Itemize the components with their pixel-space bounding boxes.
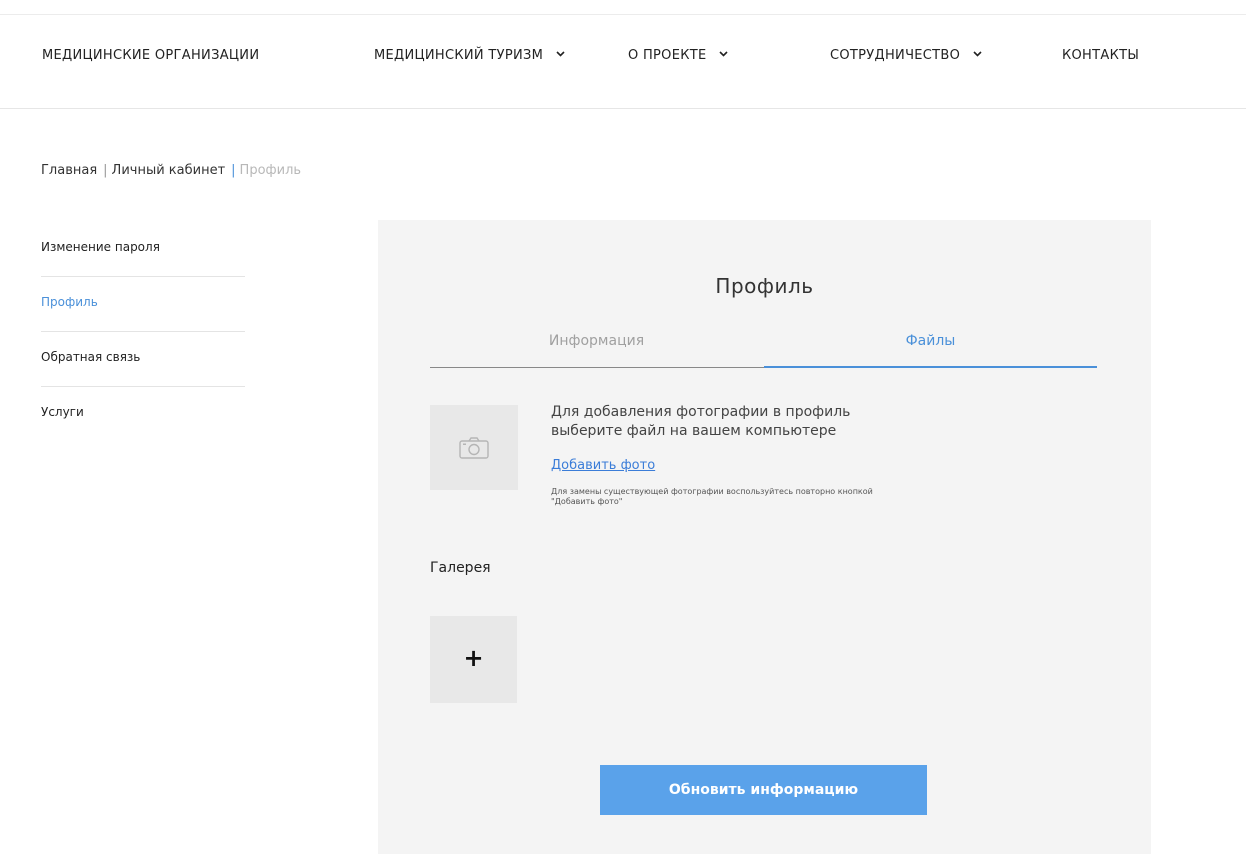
nav-item-cooperation[interactable]: СОТРУДНИЧЕСТВО [830,48,982,63]
gallery-add-button[interactable]: + [430,616,517,703]
nav-item-label: МЕДИЦИНСКИЙ ТУРИЗМ [374,48,544,63]
tabs: Информация Файлы [430,327,1097,368]
camera-icon [458,436,490,464]
nav-item-about[interactable]: О ПРОЕКТЕ [628,48,728,63]
breadcrumb-current: Профиль [239,163,302,178]
page-title: Профиль [715,274,814,298]
nav-item-label: СОТРУДНИЧЕСТВО [830,48,961,63]
profile-photo-placeholder[interactable] [430,405,518,490]
tab-files[interactable]: Файлы [764,333,1097,349]
plus-icon: + [463,644,484,672]
update-info-button[interactable]: Обновить информацию [600,765,927,815]
tab-information[interactable]: Информация [430,333,763,349]
profile-panel: Профиль Информация Файлы Для добавления … [378,220,1151,854]
sidebar: Изменение пароля Профиль Обратная связь … [41,222,245,442]
sidebar-item-label: Профиль [41,295,98,309]
nav-item-medical-organizations[interactable]: МЕДИЦИНСКИЕ ОРГАНИЗАЦИИ [42,48,259,63]
sidebar-item-services[interactable]: Услуги [41,387,245,442]
photo-replace-hint: Для замены существующей фотографии воспо… [551,487,873,506]
nav-item-contacts[interactable]: КОНТАКТЫ [1062,48,1139,63]
sidebar-item-profile[interactable]: Профиль [41,277,245,332]
sidebar-item-change-password[interactable]: Изменение пароля [41,222,245,277]
breadcrumb-cabinet[interactable]: Личный кабинет [112,163,226,178]
sidebar-item-label: Обратная связь [41,350,141,364]
breadcrumb-separator: | [231,163,236,178]
gallery-heading: Галерея [430,560,491,576]
breadcrumb: Главная | Личный кабинет | Профиль [41,163,301,178]
breadcrumb-separator: | [103,163,108,178]
nav-item-label: О ПРОЕКТЕ [628,48,707,63]
chevron-down-icon [973,50,982,58]
add-photo-link[interactable]: Добавить фото [551,458,655,473]
nav-item-label: КОНТАКТЫ [1062,48,1140,63]
photo-instructions: Для добавления фотографии в профиль выбе… [551,404,851,439]
nav-item-medical-tourism[interactable]: МЕДИЦИНСКИЙ ТУРИЗМ [374,48,565,63]
sidebar-item-label: Изменение пароля [41,240,160,254]
sidebar-item-label: Услуги [41,405,84,419]
nav-item-label: МЕДИЦИНСКИЕ ОРГАНИЗАЦИИ [42,48,260,63]
active-tab-indicator [764,366,1097,368]
chevron-down-icon [719,50,728,58]
sidebar-item-feedback[interactable]: Обратная связь [41,332,245,387]
breadcrumb-home[interactable]: Главная [41,163,97,178]
main-nav: МЕДИЦИНСКИЕ ОРГАНИЗАЦИИ МЕДИЦИНСКИЙ ТУРИ… [0,15,1246,109]
chevron-down-icon [556,50,565,58]
